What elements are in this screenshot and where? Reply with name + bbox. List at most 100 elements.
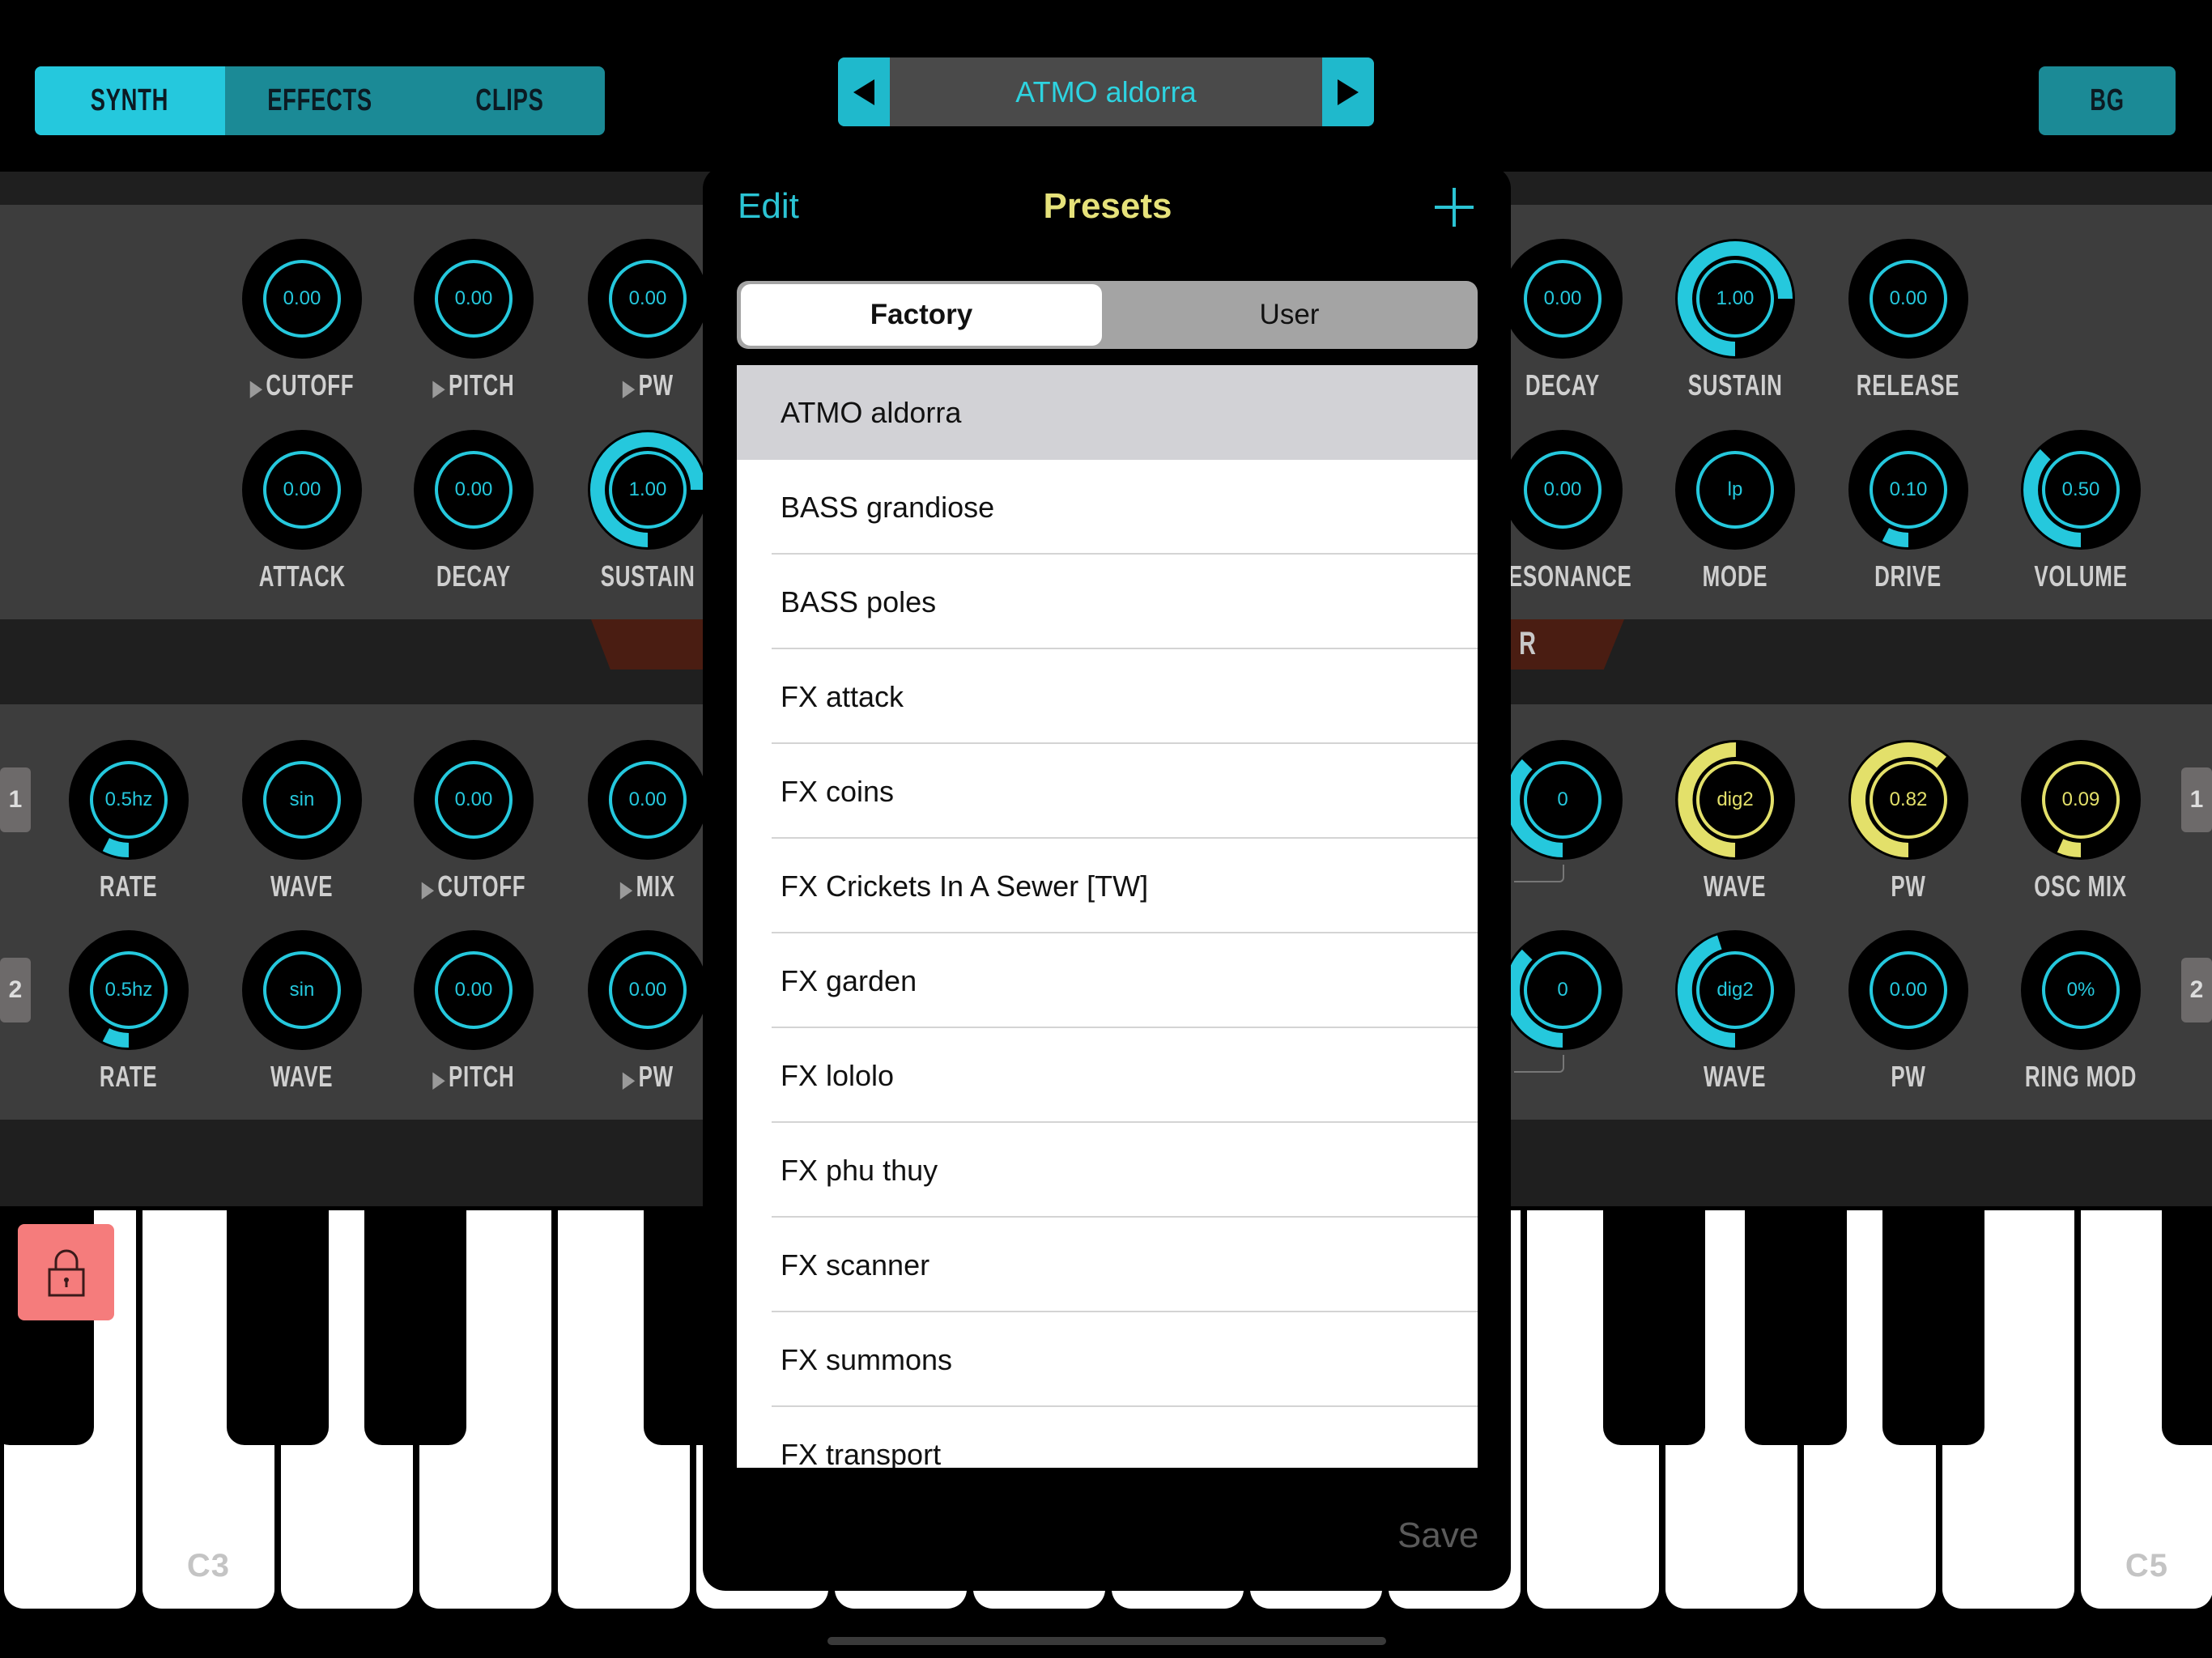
knob-label-text: SUSTAIN <box>1688 368 1783 402</box>
knob-label-text: ▶ PW <box>623 1060 674 1094</box>
row-badge-right[interactable]: 2 <box>2181 958 2212 1022</box>
previous-preset-button[interactable] <box>838 57 890 126</box>
preset-list-item[interactable]: BASS poles <box>737 555 1478 649</box>
knob-pw[interactable]: 0.82 <box>1848 739 1969 861</box>
knob-label-value: RATE <box>100 869 158 903</box>
preset-list-item[interactable]: FX scanner <box>737 1218 1478 1312</box>
knob-cutoff[interactable]: 0.00 <box>413 739 534 861</box>
knob-pitch[interactable]: 0.00 <box>413 238 534 359</box>
knob-value: 0.00 <box>628 287 667 309</box>
knob-decay[interactable]: 0.00 <box>413 429 534 551</box>
preset-list-item[interactable]: FX summons <box>737 1312 1478 1407</box>
knob-cutoff[interactable]: 0.00 <box>241 238 363 359</box>
knob-osc-mix[interactable]: 0.09 <box>2020 739 2142 861</box>
knob-pitch[interactable]: 0.00 <box>413 929 534 1051</box>
add-preset-button[interactable] <box>1430 183 1478 232</box>
black-key[interactable] <box>227 1210 329 1445</box>
mod-target-arrow-icon: ▶ <box>620 877 633 901</box>
tab-effects[interactable]: EFFECTS <box>225 66 415 135</box>
keyboard-lock-button[interactable] <box>18 1224 114 1320</box>
knob-drive[interactable]: 0.10 <box>1848 429 1969 551</box>
preset-name: BASS grandiose <box>781 490 995 524</box>
black-key[interactable] <box>1882 1210 1984 1445</box>
bg-button[interactable]: BG <box>2039 66 2176 135</box>
segment-factory[interactable]: Factory <box>741 284 1102 346</box>
knob-rate[interactable]: 0.5hz <box>68 739 189 861</box>
knob-label-text: ATTACK <box>258 559 345 593</box>
knob-label: WAVE <box>205 1060 399 1094</box>
knob-rate[interactable]: 0.5hz <box>68 929 189 1051</box>
knob-attack[interactable]: 0.00 <box>241 429 363 551</box>
knob-ring-mod[interactable]: 0% <box>2020 929 2142 1051</box>
preset-list-item[interactable]: FX lololo <box>737 1028 1478 1123</box>
preset-list-item[interactable]: BASS grandiose <box>737 460 1478 555</box>
mod-target-arrow-icon: ▶ <box>421 877 434 901</box>
knob-sustain[interactable]: 1.00 <box>587 429 708 551</box>
knob-label-text: ▶ PITCH <box>433 368 515 402</box>
next-preset-button[interactable] <box>1322 57 1374 126</box>
knob-pw[interactable]: 0.00 <box>1848 929 1969 1051</box>
knob-wave[interactable]: sin <box>241 739 363 861</box>
row-badge-left[interactable]: 1 <box>0 767 31 832</box>
mod-target-arrow-icon: ▶ <box>432 1067 445 1091</box>
home-indicator[interactable] <box>827 1637 1386 1645</box>
knob-sustain[interactable]: 1.00 <box>1674 238 1796 359</box>
black-key[interactable] <box>1603 1210 1705 1445</box>
knob-wave[interactable]: sin <box>241 929 363 1051</box>
save-button[interactable]: Save <box>1397 1516 1478 1556</box>
knob-label: VOLUME <box>1984 559 2178 593</box>
knob-value: dig2 <box>1716 979 1754 1001</box>
knob-mode[interactable]: lp <box>1674 429 1796 551</box>
preset-list[interactable]: ATMO aldorra BASS grandiose BASS poles FX a… <box>737 365 1478 1468</box>
knob-label-value: PITCH <box>449 1060 515 1093</box>
row-badge-right[interactable]: 1 <box>2181 767 2212 832</box>
preset-list-item[interactable]: FX phu thuy <box>737 1123 1478 1218</box>
knob-label: RATE <box>32 1060 226 1094</box>
knob-label-text: RELEASE <box>1857 368 1959 402</box>
knob-label: ▶ PITCH <box>376 1060 571 1094</box>
knob-decay[interactable]: 0.00 <box>1502 238 1623 359</box>
knob-label-value: RATE <box>100 1060 158 1093</box>
preset-name: FX phu thuy <box>781 1153 938 1187</box>
preset-list-item[interactable]: FX Crickets In A Sewer [TW] <box>737 839 1478 933</box>
edit-button[interactable]: Edit <box>738 186 799 227</box>
knob-unlabeled[interactable]: 0 <box>1502 929 1623 1051</box>
knob-mix[interactable]: 0.00 <box>587 739 708 861</box>
knob-pw[interactable]: 0.00 <box>587 929 708 1051</box>
current-preset-name[interactable]: ATMO aldorra <box>890 57 1322 126</box>
knob-value: 0.00 <box>283 287 321 309</box>
link-bracket <box>1514 865 1564 882</box>
knob-value: dig2 <box>1716 789 1754 810</box>
knob-value: 0% <box>2066 979 2095 1001</box>
mod-target-arrow-icon: ▶ <box>432 376 445 400</box>
knob-wave[interactable]: dig2 <box>1674 739 1796 861</box>
black-key[interactable] <box>1745 1210 1847 1445</box>
knob-label-text: PW <box>1891 1060 1925 1094</box>
row-badge-left[interactable]: 2 <box>0 958 31 1022</box>
knob-pw[interactable]: 0.00 <box>587 238 708 359</box>
knob-value: 0.00 <box>454 979 493 1001</box>
preset-list-item[interactable]: FX garden <box>737 933 1478 1028</box>
knob-value: 0.09 <box>2061 789 2100 810</box>
knob-wave[interactable]: dig2 <box>1674 929 1796 1051</box>
preset-list-item[interactable]: FX transport <box>737 1407 1478 1469</box>
modal-title: Presets <box>1043 186 1172 226</box>
knob-value: lp <box>1727 478 1743 500</box>
knob-release[interactable]: 0.00 <box>1848 238 1969 359</box>
knob-value: 1.00 <box>1716 287 1755 309</box>
preset-list-item[interactable]: FX attack <box>737 649 1478 744</box>
preset-source-segmented-control: Factory User <box>737 281 1478 349</box>
preset-list-item[interactable]: ATMO aldorra <box>737 365 1478 460</box>
black-key[interactable] <box>364 1210 466 1445</box>
knob-label: ▶ CUTOFF <box>205 368 399 402</box>
black-key[interactable] <box>2162 1210 2212 1445</box>
knob-resonance[interactable]: 0.00 <box>1502 429 1623 551</box>
knob-value: 0.00 <box>628 979 667 1001</box>
tab-synth[interactable]: SYNTH <box>35 66 225 135</box>
knob-unlabeled[interactable]: 0 <box>1502 739 1623 861</box>
tab-clips[interactable]: CLIPS <box>415 66 605 135</box>
preset-list-item[interactable]: FX coins <box>737 744 1478 839</box>
knob-label-value: WAVE <box>270 1060 334 1093</box>
segment-user[interactable]: User <box>1105 284 1474 346</box>
knob-volume[interactable]: 0.50 <box>2020 429 2142 551</box>
